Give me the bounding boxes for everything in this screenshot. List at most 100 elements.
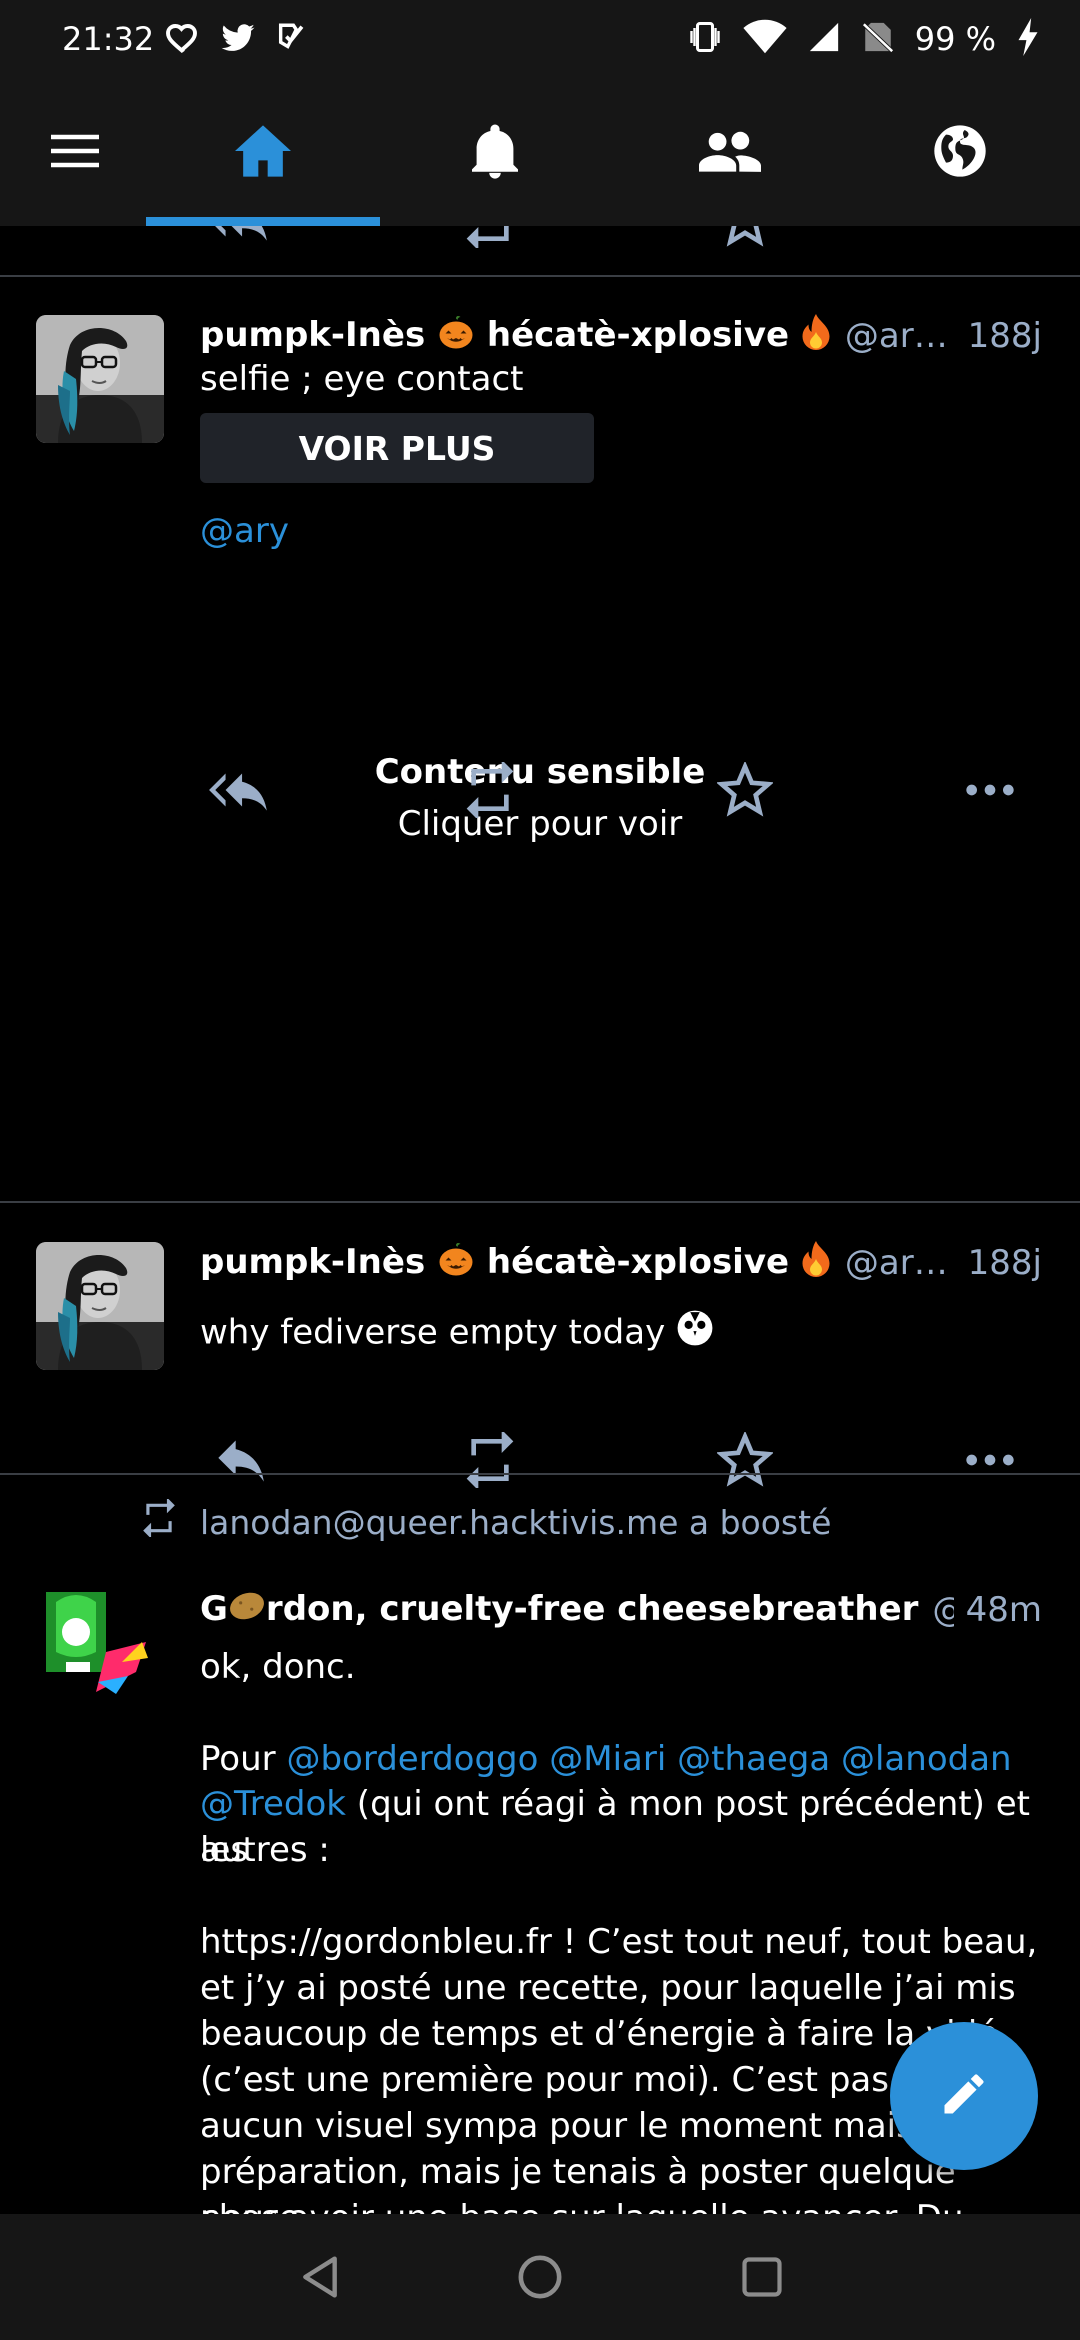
post-line: ok, donc. — [200, 1647, 356, 1687]
display-name-part2: hécatè-xplosive — [486, 314, 790, 355]
post-content: why fediverse empty today — [200, 1309, 1050, 1359]
post-header: pumpk-Inès hécatè-xplosive @ary@s... 188… — [200, 312, 1042, 360]
reply-all-icon — [215, 226, 267, 241]
back-button[interactable] — [290, 2247, 350, 2307]
post-text-fragment: Pour — [200, 1739, 287, 1779]
bell-icon — [472, 123, 518, 183]
wifi-icon — [743, 19, 787, 59]
tab-federated[interactable] — [850, 80, 1070, 226]
post-time[interactable]: 188j — [968, 1243, 1042, 1283]
heart-icon — [165, 20, 201, 60]
post-time[interactable]: 188j — [968, 316, 1042, 356]
tab-notifications[interactable] — [380, 80, 610, 226]
more-icon — [966, 1454, 1014, 1466]
boost-button[interactable] — [450, 1420, 530, 1500]
mention-link[interactable]: @ary — [200, 508, 1050, 554]
post-line: et j’y ai posté une recette, pour laquel… — [200, 1968, 1016, 2008]
display-name[interactable]: pumpk-Inès hécatè-xplosive — [200, 1240, 831, 1286]
favourite-button[interactable] — [705, 226, 785, 260]
boost-icon — [466, 226, 509, 248]
check-icon — [275, 20, 309, 60]
display-name[interactable]: Grdon, cruelty-free cheesebreather — [200, 1589, 918, 1632]
divider — [0, 1201, 1080, 1203]
divider — [0, 275, 1080, 277]
account-handle[interactable]: @ary@s... — [845, 1243, 956, 1283]
active-tab-indicator — [146, 217, 380, 226]
mention-link[interactable]: @borderdoggo — [286, 1739, 538, 1779]
display-name-part1: pumpk-Inès — [200, 1241, 426, 1282]
status-bar: 21:32 99 % — [0, 0, 1080, 80]
skull-emoji-icon — [676, 1309, 714, 1359]
menu-button[interactable] — [20, 80, 130, 226]
favourite-button[interactable] — [705, 1420, 785, 1500]
charging-icon — [1016, 18, 1040, 60]
compose-button[interactable] — [890, 2022, 1038, 2170]
more-button[interactable] — [950, 750, 1030, 830]
fire-emoji-icon — [801, 1240, 831, 1286]
back-icon — [303, 2256, 337, 2298]
post-mentions-line: Pour @borderdoggo @Miari @thaega @lanoda… — [200, 1736, 1050, 1782]
tab-local[interactable] — [610, 80, 850, 226]
boost-indicator[interactable]: lanodan@queer.hacktivis.me a boosté — [140, 1497, 832, 1546]
mention-link[interactable]: @thaega — [677, 1739, 830, 1779]
star-icon — [726, 226, 764, 247]
display-name[interactable]: pumpk-Inès hécatè-xplosive — [200, 313, 831, 359]
more-button[interactable] — [950, 1420, 1030, 1500]
reply-all-button[interactable] — [200, 750, 280, 830]
boost-icon — [466, 1432, 514, 1488]
avatar[interactable] — [36, 315, 164, 443]
post-header: pumpk-Inès hécatè-xplosive @ary@s... 188… — [200, 1239, 1042, 1287]
account-handle[interactable]: @ary@s... — [845, 316, 956, 356]
boost-icon — [140, 1497, 178, 1545]
fire-emoji-icon — [801, 313, 831, 359]
globe-icon — [932, 123, 988, 183]
boost-button[interactable] — [450, 226, 530, 260]
reply-all-icon — [209, 773, 267, 811]
top-navigation — [0, 80, 1080, 226]
favourite-button[interactable] — [705, 750, 785, 830]
recents-button[interactable] — [732, 2247, 792, 2307]
avatar[interactable] — [36, 1582, 164, 1710]
battery-level: 99 % — [914, 20, 996, 58]
home-button[interactable] — [510, 2247, 570, 2307]
previous-post-actions — [200, 226, 1040, 260]
mention-link[interactable]: @lanodan — [841, 1739, 1012, 1779]
pencil-icon — [938, 2068, 990, 2124]
signal-icon — [807, 20, 841, 58]
post-time[interactable]: 48m — [966, 1590, 1042, 1630]
star-icon — [717, 762, 773, 817]
home-circle-icon — [518, 2255, 562, 2299]
post-actions — [200, 750, 1040, 830]
potato-emoji-icon — [228, 1589, 266, 1632]
boost-icon — [466, 762, 514, 818]
timeline-feed[interactable]: pumpk-Inès hécatè-xplosive @ary@s... 188… — [0, 226, 1080, 2214]
avatar[interactable] — [36, 1242, 164, 1370]
more-button[interactable] — [950, 226, 1030, 260]
account-handle[interactable]: @go... — [932, 1590, 953, 1630]
post-line: https://gordonbleu.fr ! C’est tout neuf,… — [200, 1922, 1038, 1962]
post-actions — [200, 1420, 1040, 1500]
vibrate-icon — [687, 18, 723, 60]
status-time: 21:32 — [62, 20, 155, 58]
reply-all-button[interactable] — [200, 226, 280, 260]
post-header: Grdon, cruelty-free cheesebreather @go..… — [200, 1586, 1042, 1634]
mention-link[interactable]: @Miari — [549, 1739, 666, 1779]
show-more-button[interactable]: VOIR PLUS — [200, 413, 594, 483]
divider — [0, 1473, 1080, 1475]
post-line: autres : — [200, 1830, 330, 1870]
boosted-by-text: lanodan@queer.hacktivis.me a boosté — [200, 1502, 832, 1542]
tab-home[interactable] — [146, 80, 380, 226]
star-icon — [717, 1432, 773, 1487]
spoiler-text: selfie ; eye contact — [200, 359, 524, 399]
reply-button[interactable] — [200, 1420, 280, 1500]
system-navigation-bar — [0, 2214, 1080, 2340]
menu-icon — [50, 133, 100, 173]
twitter-icon — [219, 20, 257, 60]
display-name-part1: pumpk-Inès — [200, 314, 426, 355]
display-name-part2: rdon, cruelty-free cheesebreather — [265, 1588, 919, 1629]
boost-button[interactable] — [450, 750, 530, 830]
mention-link[interactable]: @Tredok — [200, 1784, 346, 1824]
display-name-part1: G — [200, 1588, 228, 1629]
post-text: why fediverse empty today — [200, 1312, 666, 1353]
no-sim-icon — [861, 19, 895, 59]
